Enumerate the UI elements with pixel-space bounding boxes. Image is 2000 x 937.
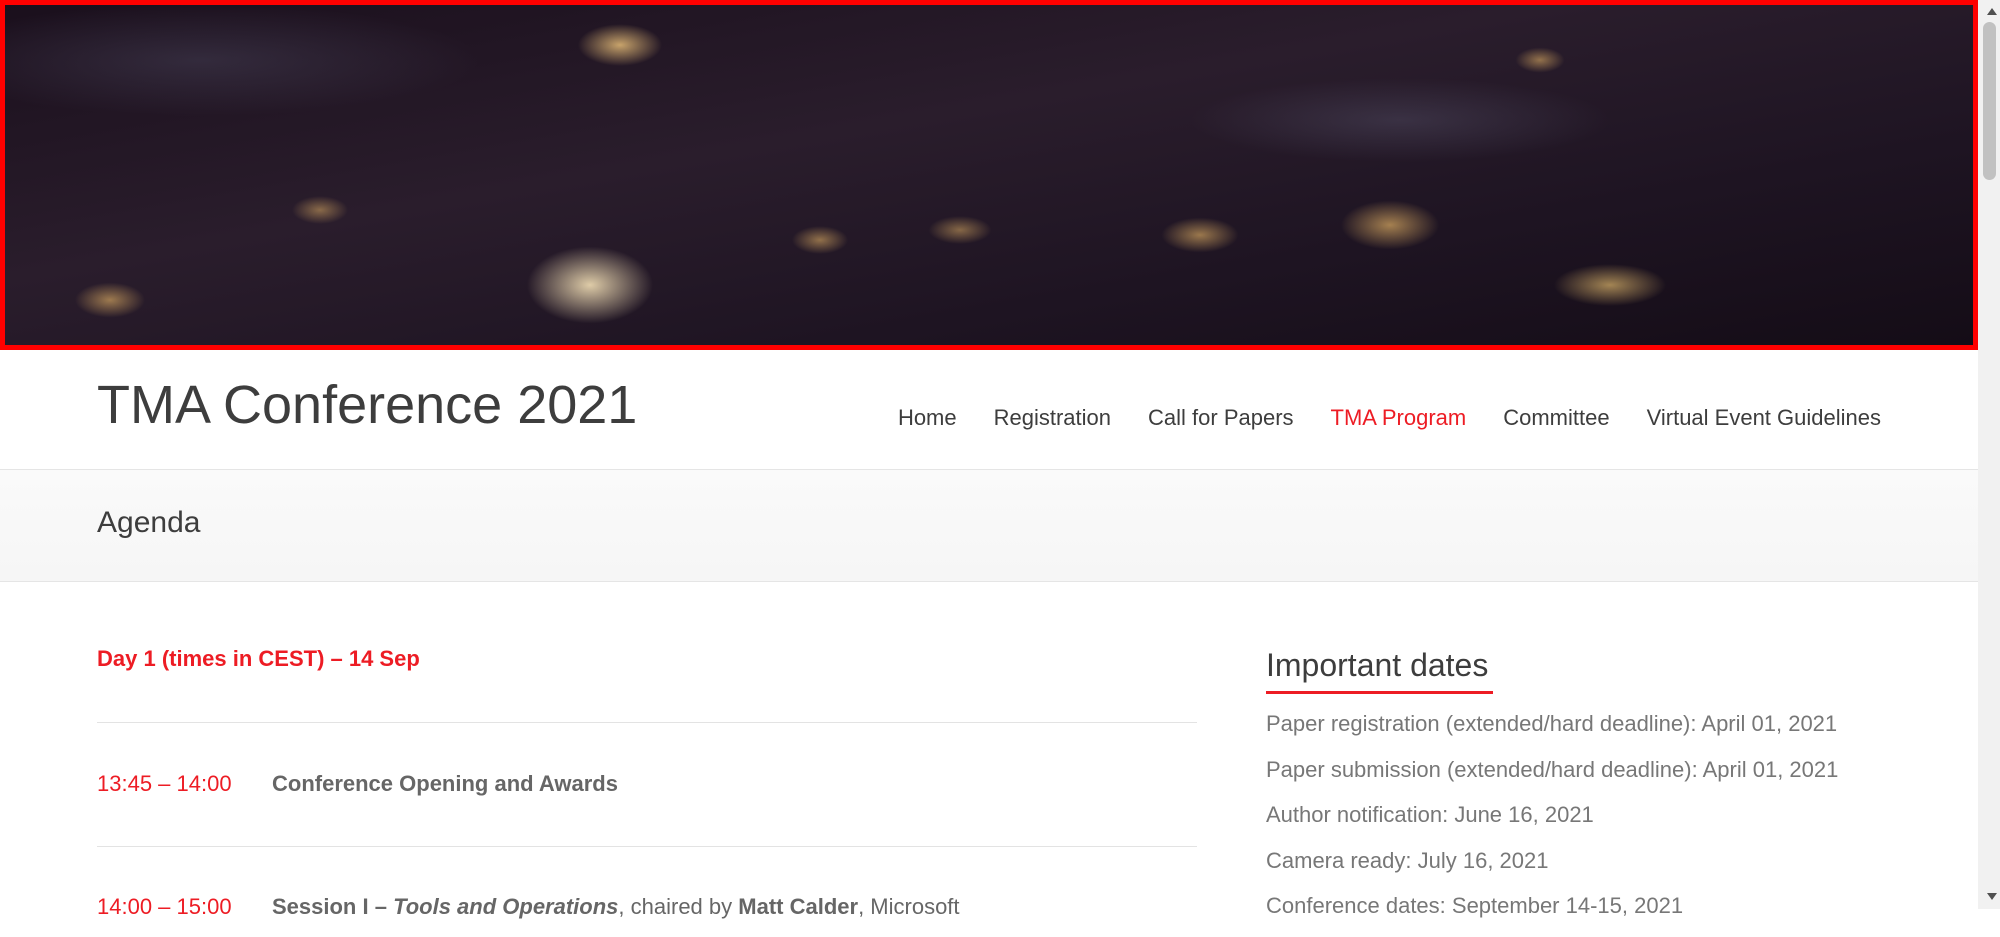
date-item-author-notification: Author notification: June 16, 2021 [1266, 802, 1594, 827]
scroll-down-arrow-icon[interactable] [1987, 893, 1997, 900]
agenda-row-time: 13:45 – 14:00 [97, 771, 232, 796]
agenda-item-title: Conference Opening and Awards [272, 771, 618, 796]
page-title-bar: Agenda [0, 469, 1978, 582]
hero-banner-image [0, 0, 1978, 350]
agenda-row-title: Conference Opening and Awards [272, 771, 618, 797]
nav-registration[interactable]: Registration [994, 405, 1111, 431]
important-dates-list: Paper registration (extended/hard deadli… [1266, 709, 1838, 937]
scrollbar-thumb[interactable] [1983, 22, 1996, 180]
date-item-paper-registration: Paper registration (extended/hard deadli… [1266, 711, 1838, 736]
session-label: Session I – [272, 894, 387, 919]
agenda-divider [97, 722, 1197, 723]
agenda-row-time: 14:00 – 15:00 [97, 894, 232, 919]
widget-title-underline [1266, 691, 1493, 694]
nav-call-for-papers[interactable]: Call for Papers [1148, 405, 1294, 431]
day-heading: Day 1 (times in CEST) – 14 Sep [97, 646, 420, 671]
scroll-up-arrow-icon[interactable] [1987, 8, 1997, 15]
nav-committee[interactable]: Committee [1503, 405, 1609, 431]
nav-tma-program[interactable]: TMA Program [1331, 405, 1467, 431]
session-chair-affiliation: , Microsoft [858, 894, 960, 919]
date-item-paper-submission: Paper submission (extended/hard deadline… [1266, 756, 1839, 782]
nav-virtual-event-guidelines[interactable]: Virtual Event Guidelines [1647, 405, 1881, 431]
session-chair-name: Matt Calder [738, 894, 859, 919]
main-navigation: Home Registration Call for Papers TMA Pr… [898, 405, 1881, 431]
highlight-frame [0, 0, 1978, 350]
site-title[interactable]: TMA Conference 2021 [97, 374, 637, 436]
date-item-conference-dates: Conference dates: September 14-15, 2021 [1266, 893, 1684, 918]
session-topic: Tools and Operations [393, 894, 619, 919]
agenda-row-session: Session I – Tools and Operations, chaire… [272, 894, 960, 920]
page-title: Agenda [97, 506, 201, 539]
agenda-divider [97, 846, 1197, 847]
date-item-camera-ready: Camera ready: July 16, 2021 [1266, 847, 1549, 873]
important-dates-title: Important dates [1266, 647, 1489, 683]
nav-home[interactable]: Home [898, 405, 957, 431]
session-chaired-by: , chaired by [618, 894, 733, 919]
